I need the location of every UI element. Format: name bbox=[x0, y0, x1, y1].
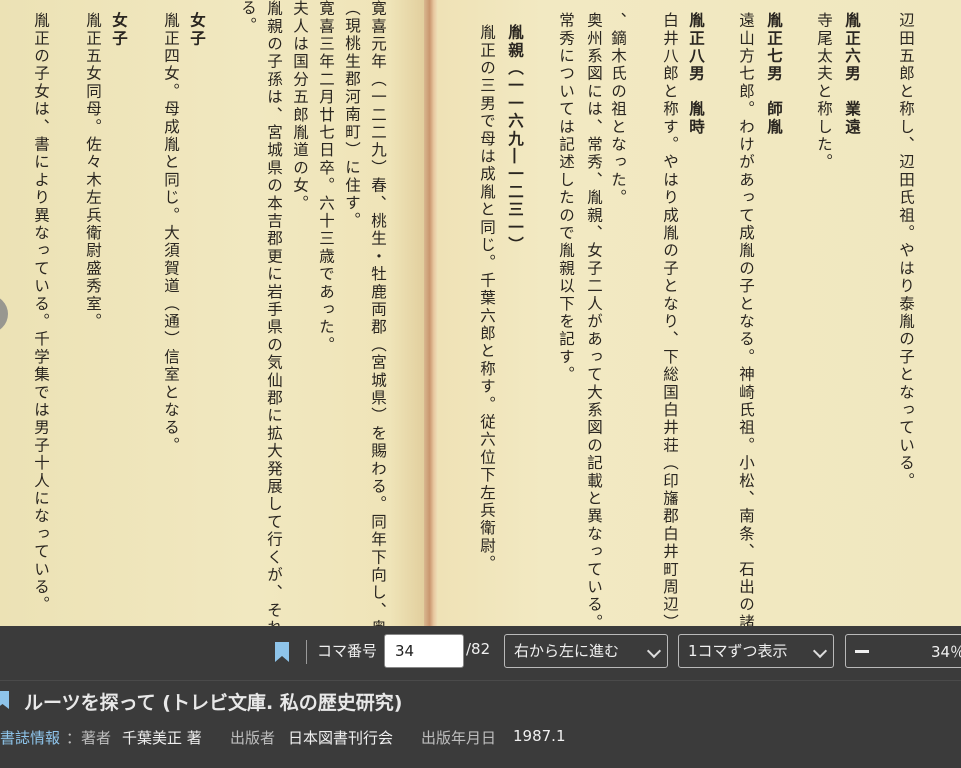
text-column: 寛喜元年（一二二九）春、桃生・牡鹿両郡（宮城県）を賜わる。同年下向し、奥州桃生郡 bbox=[369, 0, 387, 626]
text-column: 女子 bbox=[110, 12, 129, 48]
text-column: 奥州系図には、常秀、胤親、女子二人があって大系図の記載と異なっている。 bbox=[585, 12, 603, 626]
reading-direction-value: 右から左に進む bbox=[514, 642, 620, 660]
text-column: 庄（現桃生郡河南町）に住す。 bbox=[343, 0, 361, 230]
text-column: 常秀については記述したので胤親以下を記す。 bbox=[557, 12, 575, 384]
toolbar-divider bbox=[306, 640, 307, 664]
display-mode-select[interactable]: 1コマずつ表示 bbox=[678, 634, 834, 668]
text-column: 胤正八男 胤時 bbox=[687, 12, 706, 136]
text-column: 胤正六男 業遠 bbox=[843, 12, 862, 136]
display-mode-value: 1コマずつ表示 bbox=[688, 642, 788, 660]
text-column: 、鏑木氏の祖となった。 bbox=[609, 12, 627, 207]
text-column: 胤親の子孫は、宮城県の本吉郡更に岩手県の気仙郡に拡大発展して行くが、それについて bbox=[265, 0, 283, 626]
frame-number-label: コマ番号 bbox=[317, 642, 378, 660]
frame-number-input[interactable] bbox=[384, 634, 464, 668]
text-column: 胤親（一一六九―一二三一） bbox=[506, 24, 525, 255]
text-column: 胤正七男 師胤 bbox=[765, 12, 784, 136]
book-title: ルーツを探って (トレビ文庫. 私の歴史研究) bbox=[24, 692, 403, 714]
author-key: ：著者 bbox=[66, 729, 112, 747]
bookmark-icon bbox=[0, 691, 9, 709]
right-page: 辺田五郎と称し、辺田氏祖。やはり泰胤の子となっている。 寺尾太夫と称した。 胤正六男… bbox=[438, 0, 961, 626]
publisher-value: 日本図書刊行会 bbox=[288, 729, 394, 747]
text-column: 胤正五女同母。佐々木左兵衛尉盛秀室。 bbox=[84, 12, 102, 331]
zoom-value: 34％ bbox=[931, 643, 961, 661]
text-column: 寛喜三年二月廿七日卒。六十三歳であった。 bbox=[317, 0, 335, 354]
chevron-down-icon bbox=[812, 643, 828, 659]
zoom-control[interactable]: 34％ bbox=[845, 634, 961, 668]
text-column: 夫人は国分五郎胤道の女。 bbox=[291, 0, 309, 213]
text-column: 辺田五郎と称し、辺田氏祖。やはり泰胤の子となっている。 bbox=[897, 12, 915, 490]
text-column: 白井八郎と称す。やはり成胤の子となり、下総国白井荘（印旛郡白井町周辺）を分与され bbox=[661, 12, 679, 626]
zoom-out-icon[interactable] bbox=[855, 650, 869, 653]
bibliographic-info-link[interactable]: 書誌情報 bbox=[0, 727, 60, 748]
text-column: 遠山方七郎。わけがあって成胤の子となる。神崎氏祖。小松、南条、石出の諸氏分出。 bbox=[737, 12, 755, 626]
reading-direction-select[interactable]: 右から左に進む bbox=[504, 634, 668, 668]
frame-total: /82 bbox=[466, 640, 491, 658]
bookmark-icon[interactable] bbox=[274, 642, 290, 662]
text-column: 女子 bbox=[188, 12, 207, 48]
text-column: 胤正の子女は、書により異なっている。千学集では男子十人になっている。 bbox=[32, 12, 50, 614]
left-page: 寛喜元年（一二二九）春、桃生・牡鹿両郡（宮城県）を賜わる。同年下向し、奥州桃生郡… bbox=[0, 0, 424, 626]
page-viewer[interactable]: 寛喜元年（一二二九）春、桃生・牡鹿両郡（宮城県）を賜わる。同年下向し、奥州桃生郡… bbox=[0, 0, 961, 626]
text-column: 述する。 bbox=[239, 0, 257, 35]
book-spine bbox=[424, 0, 438, 626]
publisher-key: 出版者 bbox=[230, 729, 276, 747]
date-value: 1987.1 bbox=[513, 727, 566, 745]
author-value: 千葉美正 著 bbox=[122, 729, 202, 747]
chevron-down-icon bbox=[646, 643, 662, 659]
text-column: 寺尾太夫と称した。 bbox=[815, 12, 833, 172]
date-key: 出版年月日 bbox=[421, 729, 497, 747]
text-column: 胤正の三男で母は成胤と同じ。千葉六郎と称す。従六位下左兵衛尉。 bbox=[478, 24, 496, 573]
text-column: 胤正四女。母成胤と同じ。大須賀道（通）信室となる。 bbox=[162, 12, 180, 455]
